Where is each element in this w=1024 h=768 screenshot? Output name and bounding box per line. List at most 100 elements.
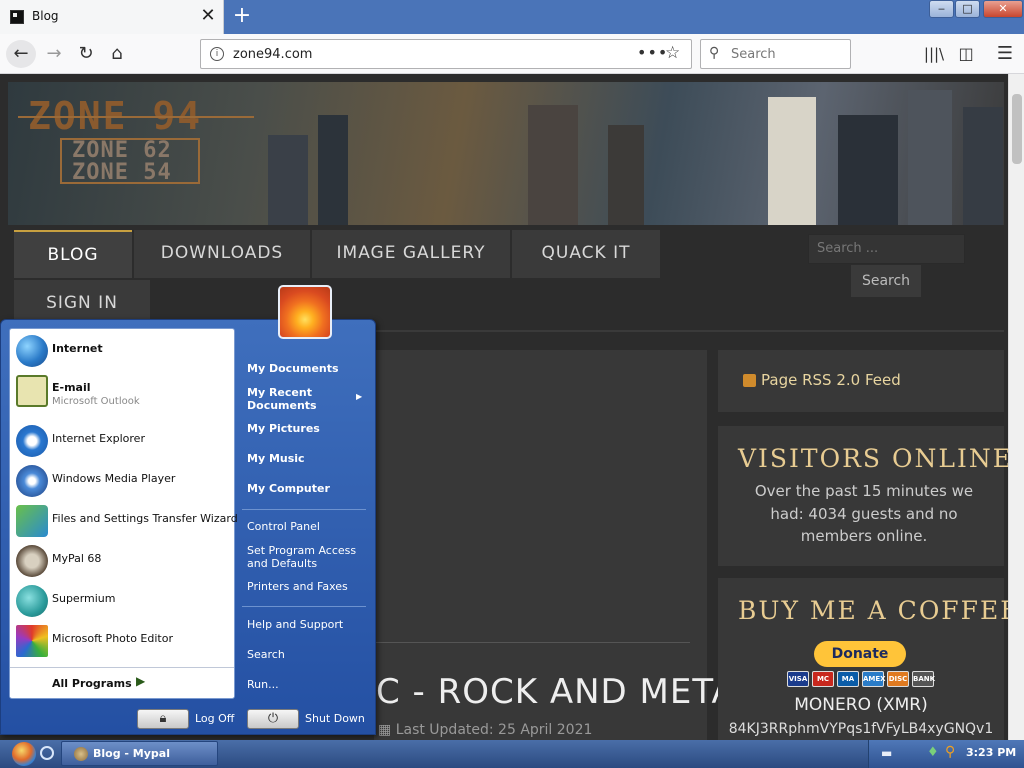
- reload-icon[interactable]: ↻: [72, 40, 100, 68]
- log-off-label[interactable]: Log Off: [195, 712, 234, 725]
- visitors-widget: VISITORS ONLINE Over the past 15 minutes…: [718, 426, 1008, 566]
- coffee-heading: BUY ME A COFFEE: [738, 596, 1008, 625]
- start-item-email[interactable]: E-mail Microsoft Outlook: [16, 373, 230, 409]
- mypal-icon: [74, 747, 88, 761]
- submenu-arrow-icon: ▶: [356, 392, 363, 401]
- start-item-internet-explorer[interactable]: Internet Explorer: [16, 423, 230, 459]
- start-button[interactable]: [12, 742, 36, 766]
- start-item-label: Windows Media Player: [52, 472, 176, 485]
- start-right-help-support[interactable]: Help and Support: [247, 618, 343, 631]
- tab-title: Blog: [32, 9, 59, 23]
- menu-item-quack-it[interactable]: QUACK IT: [512, 230, 660, 278]
- start-item-mypal[interactable]: MyPal 68: [16, 543, 230, 579]
- start-item-sublabel: Microsoft Outlook: [52, 396, 140, 407]
- donate-button[interactable]: Donate: [814, 641, 906, 667]
- visa-icon: VISA: [787, 671, 809, 687]
- supermium-icon: [16, 585, 48, 617]
- site-search-button[interactable]: Search: [851, 265, 921, 297]
- power-icon: ⏻: [267, 711, 279, 726]
- start-right-my-computer[interactable]: My Computer: [247, 482, 330, 495]
- rss-widget: Page RSS 2.0 Feed: [718, 350, 1004, 412]
- shut-down-label[interactable]: Shut Down: [305, 712, 365, 725]
- menu-item-downloads[interactable]: DOWNLOADS: [134, 230, 310, 278]
- sidebar-icon[interactable]: ◫: [952, 40, 980, 68]
- back-arrow-icon[interactable]: ←: [6, 40, 36, 68]
- rss-icon: [743, 374, 756, 387]
- monero-address: 84KJ3RRphmVYPqs1fVFyLB4xyGNQv1: [728, 721, 994, 737]
- article-updated-text: Last Updated: 25 April 2021: [395, 722, 593, 738]
- close-window-button[interactable]: ✕: [983, 0, 1023, 18]
- search-tray-icon[interactable]: ⚲: [945, 744, 955, 760]
- page-actions-icon[interactable]: •••: [637, 43, 668, 62]
- browser-search-field[interactable]: ⚲ Search: [700, 39, 851, 69]
- visitors-text: Over the past 15 minutes we had: 4034 gu…: [754, 482, 974, 545]
- start-right-my-pictures[interactable]: My Pictures: [247, 422, 320, 435]
- rss-link[interactable]: Page RSS 2.0 Feed: [761, 371, 901, 389]
- forward-arrow-icon[interactable]: →: [40, 40, 68, 68]
- site-search-input[interactable]: Search ...: [808, 234, 965, 264]
- library-icon[interactable]: |||\: [920, 40, 948, 68]
- lock-icon: 🔒︎: [159, 711, 167, 726]
- mastercard-icon: MC: [812, 671, 834, 687]
- maestro-icon: MA: [837, 671, 859, 687]
- start-right-program-access[interactable]: Set Program Access and Defaults: [247, 544, 357, 570]
- amex-icon: AMEX: [862, 671, 886, 687]
- log-off-button[interactable]: 🔒︎: [137, 709, 189, 729]
- taskbar-item-blog[interactable]: Blog - Mypal: [61, 741, 218, 766]
- start-right-my-recent-documents[interactable]: My Recent Documents: [247, 386, 337, 412]
- start-right-my-documents[interactable]: My Documents: [247, 362, 339, 375]
- taskbar-clock[interactable]: 3:23 PM: [966, 746, 1016, 759]
- site-info-icon[interactable]: i: [210, 47, 224, 61]
- maximize-button[interactable]: □: [955, 0, 980, 18]
- start-right-separator: [242, 509, 366, 510]
- start-item-supermium[interactable]: Supermium: [16, 583, 230, 619]
- start-right-run[interactable]: Run...: [247, 678, 279, 691]
- start-item-transfer-wizard[interactable]: Files and Settings Transfer Wizard: [16, 503, 238, 539]
- keyboard-icon[interactable]: ▬: [881, 746, 892, 760]
- scrollbar-thumb[interactable]: [1012, 94, 1022, 164]
- start-item-photo-editor[interactable]: Microsoft Photo Editor: [16, 623, 230, 659]
- home-icon[interactable]: ⌂: [103, 40, 131, 68]
- start-right-search[interactable]: Search: [247, 648, 285, 661]
- start-right-separator: [242, 606, 366, 607]
- search-placeholder: Search: [731, 47, 776, 62]
- article-title[interactable]: C - ROCK AND METAL: [376, 672, 756, 712]
- search-circle-icon[interactable]: [40, 746, 54, 760]
- start-right-my-music[interactable]: My Music: [247, 452, 305, 465]
- menu-icon[interactable]: ☰: [991, 40, 1019, 68]
- site-banner: ZONE 94 ZONE 62 ZONE 54: [8, 82, 1004, 225]
- new-tab-button[interactable]: +: [230, 3, 254, 29]
- monero-label: MONERO (XMR): [794, 695, 928, 715]
- ie-icon: [16, 425, 48, 457]
- start-item-label: Files and Settings Transfer Wizard: [52, 512, 238, 525]
- menu-item-image-gallery[interactable]: IMAGE GALLERY: [312, 230, 510, 278]
- photo-editor-icon: [16, 625, 48, 657]
- start-item-media-player[interactable]: Windows Media Player: [16, 463, 230, 499]
- start-right-printers-faxes[interactable]: Printers and Faxes: [247, 580, 348, 593]
- start-item-label: Internet Explorer: [52, 432, 145, 445]
- all-programs-button[interactable]: All Programs ▶: [10, 667, 234, 697]
- all-programs-label: All Programs: [52, 677, 132, 690]
- shut-down-button[interactable]: ⏻: [247, 709, 299, 729]
- transfer-wizard-icon: [16, 505, 48, 537]
- minimize-button[interactable]: ‒: [929, 0, 954, 18]
- close-tab-icon[interactable]: ✕: [198, 4, 218, 28]
- address-bar[interactable]: i zone94.com ••• ☆: [200, 39, 692, 69]
- menu-item-blog[interactable]: BLOG: [14, 230, 132, 278]
- tab-blog[interactable]: Blog ✕: [0, 0, 224, 34]
- user-picture[interactable]: [278, 285, 332, 339]
- calendar-icon: ▦: [378, 722, 396, 738]
- start-item-label: MyPal 68: [52, 552, 102, 565]
- arrow-right-icon: ▶: [136, 674, 146, 688]
- bookmark-star-icon[interactable]: ☆: [665, 43, 680, 63]
- network-icon[interactable]: ♦: [927, 745, 939, 760]
- mypal-icon: [16, 545, 48, 577]
- bank-icon: BANK: [912, 671, 935, 687]
- media-player-icon: [16, 465, 48, 497]
- start-right-control-panel[interactable]: Control Panel: [247, 520, 320, 533]
- start-item-label: Supermium: [52, 592, 116, 605]
- logo-sub-line-2: ZONE 54: [72, 160, 172, 185]
- email-icon: [16, 375, 48, 407]
- page-scrollbar[interactable]: [1008, 74, 1024, 740]
- start-item-internet[interactable]: Internet: [16, 333, 230, 369]
